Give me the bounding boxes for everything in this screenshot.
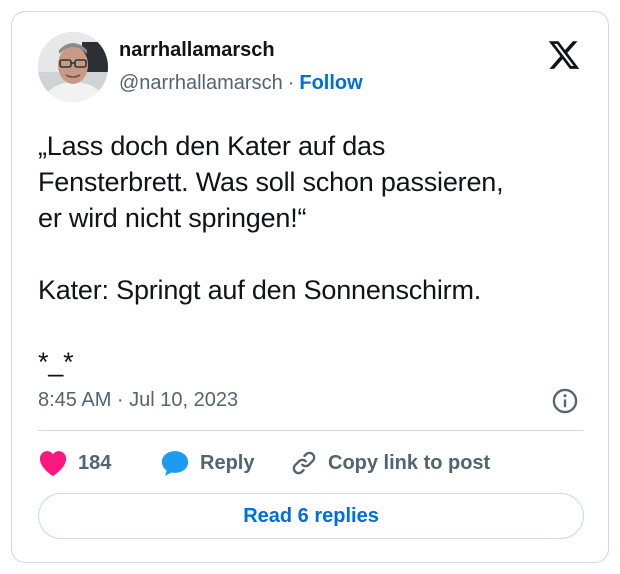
author-handle-row: @narrhallamarsch · Follow (119, 71, 363, 95)
post-card: narrhallamarsch @narrhallamarsch · Follow … (11, 11, 609, 563)
x-logo-icon[interactable] (547, 38, 581, 72)
info-icon[interactable] (551, 387, 579, 415)
link-icon (290, 449, 318, 477)
speech-bubble-icon (160, 449, 190, 477)
copy-link-label: Copy link to post (328, 451, 491, 474)
author-handle[interactable]: @narrhallamarsch (119, 72, 283, 94)
like-count: 184 (78, 451, 112, 474)
heart-icon (38, 449, 68, 477)
author-name[interactable]: narrhallamarsch (119, 38, 275, 62)
reply-label: Reply (200, 451, 255, 474)
divider (38, 430, 584, 431)
follow-button[interactable]: Follow (299, 72, 362, 94)
post-timestamp[interactable]: 8:45 AM · Jul 10, 2023 (38, 388, 238, 412)
avatar[interactable] (38, 32, 108, 102)
reply-button[interactable]: Reply (160, 446, 254, 480)
separator-dot: · (287, 72, 295, 94)
like-button[interactable]: 184 (38, 446, 111, 480)
read-replies-button[interactable]: Read 6 replies (38, 493, 584, 539)
read-replies-label: Read 6 replies (243, 504, 379, 527)
copy-link-button[interactable]: Copy link to post (290, 446, 490, 480)
post-text: „Lass doch den Kater auf das Fensterbret… (38, 131, 504, 377)
